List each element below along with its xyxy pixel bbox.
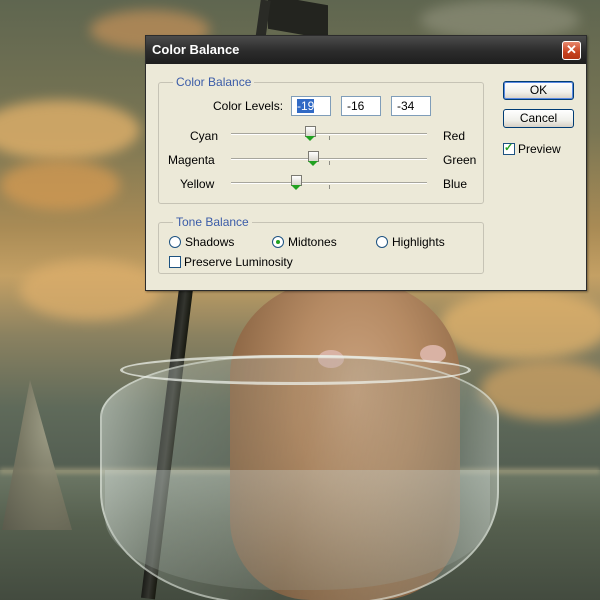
slider-cyan-label: Cyan [190, 129, 219, 143]
highlights-label[interactable]: Highlights [392, 235, 445, 249]
cyan-red-slider-track[interactable] [231, 133, 427, 135]
cloud [420, 0, 580, 40]
midtones-label[interactable]: Midtones [288, 235, 337, 249]
tone-balance-group-label: Tone Balance [173, 215, 252, 229]
cloud [20, 260, 160, 320]
slider-magenta-label: Magenta [168, 153, 215, 167]
shadows-radio[interactable] [169, 236, 181, 248]
color-levels-label: Color Levels: [213, 99, 284, 113]
slider-yellow-label: Yellow [180, 177, 215, 191]
slider-center-tick [329, 161, 330, 165]
cyan-red-slider-thumb[interactable] [305, 126, 317, 142]
preview-label[interactable]: Preview [518, 142, 561, 156]
slider-center-tick [329, 136, 330, 140]
slider-blue-label: Blue [443, 177, 468, 191]
level-magenta-green-field[interactable]: -16 [341, 96, 381, 116]
level-cyan-red-field[interactable]: -19 [291, 96, 331, 116]
highlights-radio[interactable] [376, 236, 388, 248]
jar-rim [120, 355, 471, 385]
flag [268, 0, 328, 40]
color-balance-dialog: Color Balance ✕ Color Balance Color Leve… [145, 35, 587, 291]
color-balance-group-label: Color Balance [173, 75, 255, 89]
shadows-label[interactable]: Shadows [185, 235, 234, 249]
yellow-blue-slider-thumb[interactable] [290, 175, 302, 191]
cloud [0, 160, 120, 210]
level-yellow-blue-field[interactable]: -34 [391, 96, 431, 116]
preview-checkbox[interactable] [503, 141, 515, 155]
magenta-green-slider-thumb[interactable] [308, 151, 320, 167]
yellow-blue-slider-track[interactable] [231, 182, 427, 184]
close-icon: ✕ [566, 42, 577, 57]
slider-green-label: Green [443, 153, 477, 167]
midtones-radio[interactable] [272, 236, 284, 248]
preserve-luminosity-checkbox[interactable] [169, 256, 181, 268]
slider-center-tick [329, 185, 330, 189]
preserve-luminosity-label[interactable]: Preserve Luminosity [184, 255, 293, 269]
cloud [440, 290, 600, 360]
cloud [0, 100, 140, 160]
title-bar[interactable]: Color Balance ✕ [146, 36, 586, 64]
cancel-button[interactable]: Cancel [503, 109, 574, 128]
close-button[interactable]: ✕ [562, 41, 581, 60]
magenta-green-slider-track[interactable] [231, 158, 427, 160]
dialog-title: Color Balance [152, 42, 240, 57]
ok-button[interactable]: OK [503, 81, 574, 100]
slider-red-label: Red [443, 129, 466, 143]
shark-fin [2, 380, 72, 530]
